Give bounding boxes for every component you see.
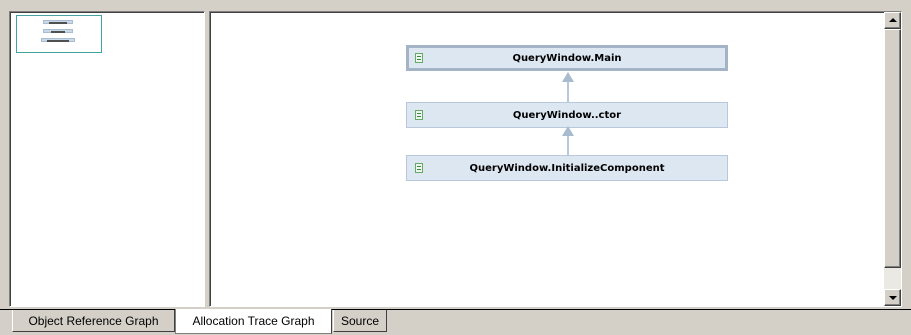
tab-object-reference-graph[interactable]: Object Reference Graph: [12, 310, 175, 332]
edge-line: [567, 82, 569, 102]
method-icon: [415, 53, 423, 63]
graph-node-initializecomponent[interactable]: QueryWindow.InitializeComponent: [406, 155, 728, 181]
graph-node-label: QueryWindow..ctor: [512, 109, 622, 121]
overview-node-main-label: [49, 22, 67, 24]
tab-source[interactable]: Source: [333, 310, 387, 332]
arrow-down-icon: [889, 296, 897, 300]
edge-line: [567, 136, 569, 155]
scroll-down-button[interactable]: [884, 289, 901, 306]
scrollbar-thumb[interactable]: [884, 29, 901, 268]
overview-node-ctor-label: [51, 31, 65, 33]
graph-canvas[interactable]: QueryWindow.Main QueryWindow..ctor Query…: [209, 11, 902, 307]
edge-arrowhead: [562, 72, 574, 82]
overview-pane: [9, 11, 205, 307]
overview-viewport[interactable]: [16, 15, 102, 53]
method-icon: [415, 110, 423, 120]
method-icon: [415, 163, 423, 173]
tab-allocation-trace-graph[interactable]: Allocation Trace Graph: [175, 309, 332, 334]
graph-node-main[interactable]: QueryWindow.Main: [406, 45, 728, 71]
graph-node-ctor[interactable]: QueryWindow..ctor: [406, 102, 728, 128]
scroll-up-button[interactable]: [884, 12, 901, 29]
arrow-up-icon: [889, 18, 897, 22]
graph-node-label: QueryWindow.Main: [512, 52, 622, 64]
overview-node-init-label: [47, 40, 69, 42]
vertical-scrollbar[interactable]: [884, 12, 901, 306]
graph-node-label: QueryWindow.InitializeComponent: [469, 162, 665, 174]
edge-arrowhead: [562, 126, 574, 136]
